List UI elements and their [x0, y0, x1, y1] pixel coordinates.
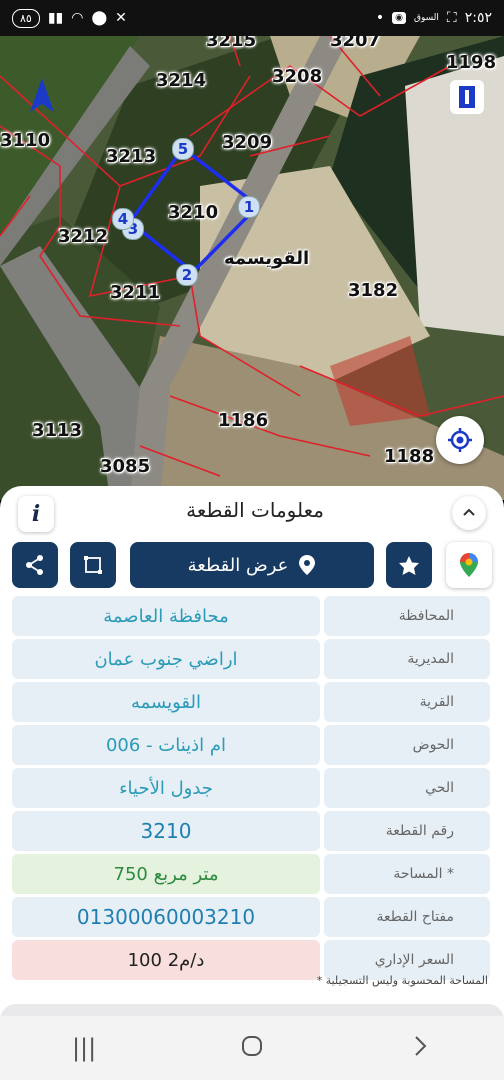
location-pin-icon: [299, 555, 316, 575]
plot-key-value: 01300060003210: [12, 897, 320, 937]
vertex-marker: 2: [176, 264, 198, 286]
plot-label: 3213: [106, 146, 157, 167]
favorite-button[interactable]: [386, 542, 432, 588]
plot-label: 3085: [100, 456, 151, 477]
battery-indicator: ٨٥: [12, 8, 40, 28]
plot-label: 3211: [110, 282, 161, 303]
plot-label: 1186: [218, 410, 269, 431]
info-button[interactable]: i: [18, 496, 54, 532]
plot-label: 3208: [272, 66, 323, 87]
district-value: جدول الأحياء: [12, 768, 320, 808]
show-plot-button[interactable]: عرض القطعة: [130, 542, 374, 588]
back-button[interactable]: [408, 1034, 432, 1062]
plot-label: 1198: [446, 52, 497, 73]
area-label: المساحة *: [324, 854, 490, 894]
detail-row-directorate: اراضي جنوب عمان المديرية: [12, 639, 490, 679]
collapse-button[interactable]: [452, 496, 486, 530]
plot-label: 3210: [168, 202, 219, 223]
plot-label: 3214: [156, 70, 207, 91]
basin-label: الحوض: [324, 725, 490, 765]
system-nav-bar: |||: [0, 1016, 504, 1080]
detail-row-plot-number: 3210 رقم القطعة: [12, 811, 490, 851]
store-badge: السوق: [414, 13, 439, 23]
detail-row-basin: ام اذينات - 006 الحوض: [12, 725, 490, 765]
area-value: 750 متر مربع: [12, 854, 320, 894]
directorate-value: اراضي جنوب عمان: [12, 639, 320, 679]
village-value: القويسمه: [12, 682, 320, 722]
star-icon: [399, 556, 419, 575]
district-label: الحي: [324, 768, 490, 808]
layers-button[interactable]: [450, 80, 484, 114]
plot-number-label: رقم القطعة: [324, 811, 490, 851]
area-footnote: * المساحة المحسوبة وليس التسجيلية: [316, 974, 488, 987]
detail-row-village: القويسمه القرية: [12, 682, 490, 722]
village-label: القرية: [324, 682, 490, 722]
vertex-marker: 4: [112, 208, 134, 230]
plot-number-value: 3210: [12, 811, 320, 851]
plot-details: محافظة العاصمة المحافظة اراضي جنوب عمان ال…: [12, 596, 490, 983]
home-icon: [242, 1036, 263, 1056]
mute-icon: ✕: [115, 10, 127, 26]
price-value: 100 د/م2: [12, 940, 320, 980]
share-button[interactable]: [12, 542, 58, 588]
chevron-up-icon: [463, 508, 475, 516]
recent-apps-button[interactable]: |||: [72, 1034, 96, 1062]
home-button[interactable]: [240, 1034, 264, 1062]
chevron-right-icon: [415, 1036, 427, 1056]
detail-row-area: 750 متر مربع المساحة *: [12, 854, 490, 894]
panel-title: معلومات القطعة: [186, 498, 324, 522]
screen-record-icon: ⛶: [446, 10, 457, 26]
compass-icon[interactable]: [22, 76, 62, 116]
governorate-value: محافظة العاصمة: [12, 596, 320, 636]
plot-label: 3209: [222, 132, 273, 153]
polygon-icon: [84, 556, 102, 574]
detail-row-plot-key: 01300060003210 مفتاح القطعة: [12, 897, 490, 937]
map-view[interactable]: 3215 3207 1198 3214 3208 3110 3209 3213 …: [0, 36, 504, 500]
vertex-marker: 1: [238, 196, 260, 218]
signal-icon: ▮▮: [47, 10, 64, 26]
app-badge-icon: ◉: [392, 12, 406, 24]
google-maps-button[interactable]: [446, 542, 492, 588]
detail-row-governorate: محافظة العاصمة المحافظة: [12, 596, 490, 636]
plot-label: 3215: [206, 36, 257, 51]
vertex-marker: 5: [172, 138, 194, 160]
area-label: القويسمه: [224, 248, 310, 269]
plot-label: 3207: [330, 36, 381, 51]
plot-info-panel: i معلومات القطعة عرض القطعة محافظة العاص…: [0, 486, 504, 1016]
show-plot-label: عرض القطعة: [187, 554, 289, 576]
polygon-button[interactable]: [70, 542, 116, 588]
status-bar: ٨٥ ▮▮ ◠ ⬤ ✕ • ◉ السوق ⛶ ٢:٥٢: [0, 0, 504, 36]
plot-label: 1188: [384, 446, 435, 467]
clock: ٢:٥٢: [464, 10, 492, 26]
directorate-label: المديرية: [324, 639, 490, 679]
location-icon: ⬤: [91, 10, 108, 26]
basin-value: ام اذينات - 006: [12, 725, 320, 765]
plot-label: 3182: [348, 280, 399, 301]
wifi-icon: ◠: [71, 10, 84, 26]
crosshair-icon: [448, 428, 472, 452]
plot-label: 3212: [58, 226, 109, 247]
plot-label: 3110: [0, 130, 51, 151]
layers-icon: [459, 86, 475, 108]
plot-key-label: مفتاح القطعة: [324, 897, 490, 937]
notification-dot-icon: •: [375, 10, 385, 26]
info-icon: i: [31, 501, 41, 527]
my-location-button[interactable]: [436, 416, 484, 464]
google-maps-icon: [460, 553, 478, 577]
share-icon: [26, 555, 43, 575]
governorate-label: المحافظة: [324, 596, 490, 636]
plot-label: 3113: [32, 420, 83, 441]
detail-row-district: جدول الأحياء الحي: [12, 768, 490, 808]
